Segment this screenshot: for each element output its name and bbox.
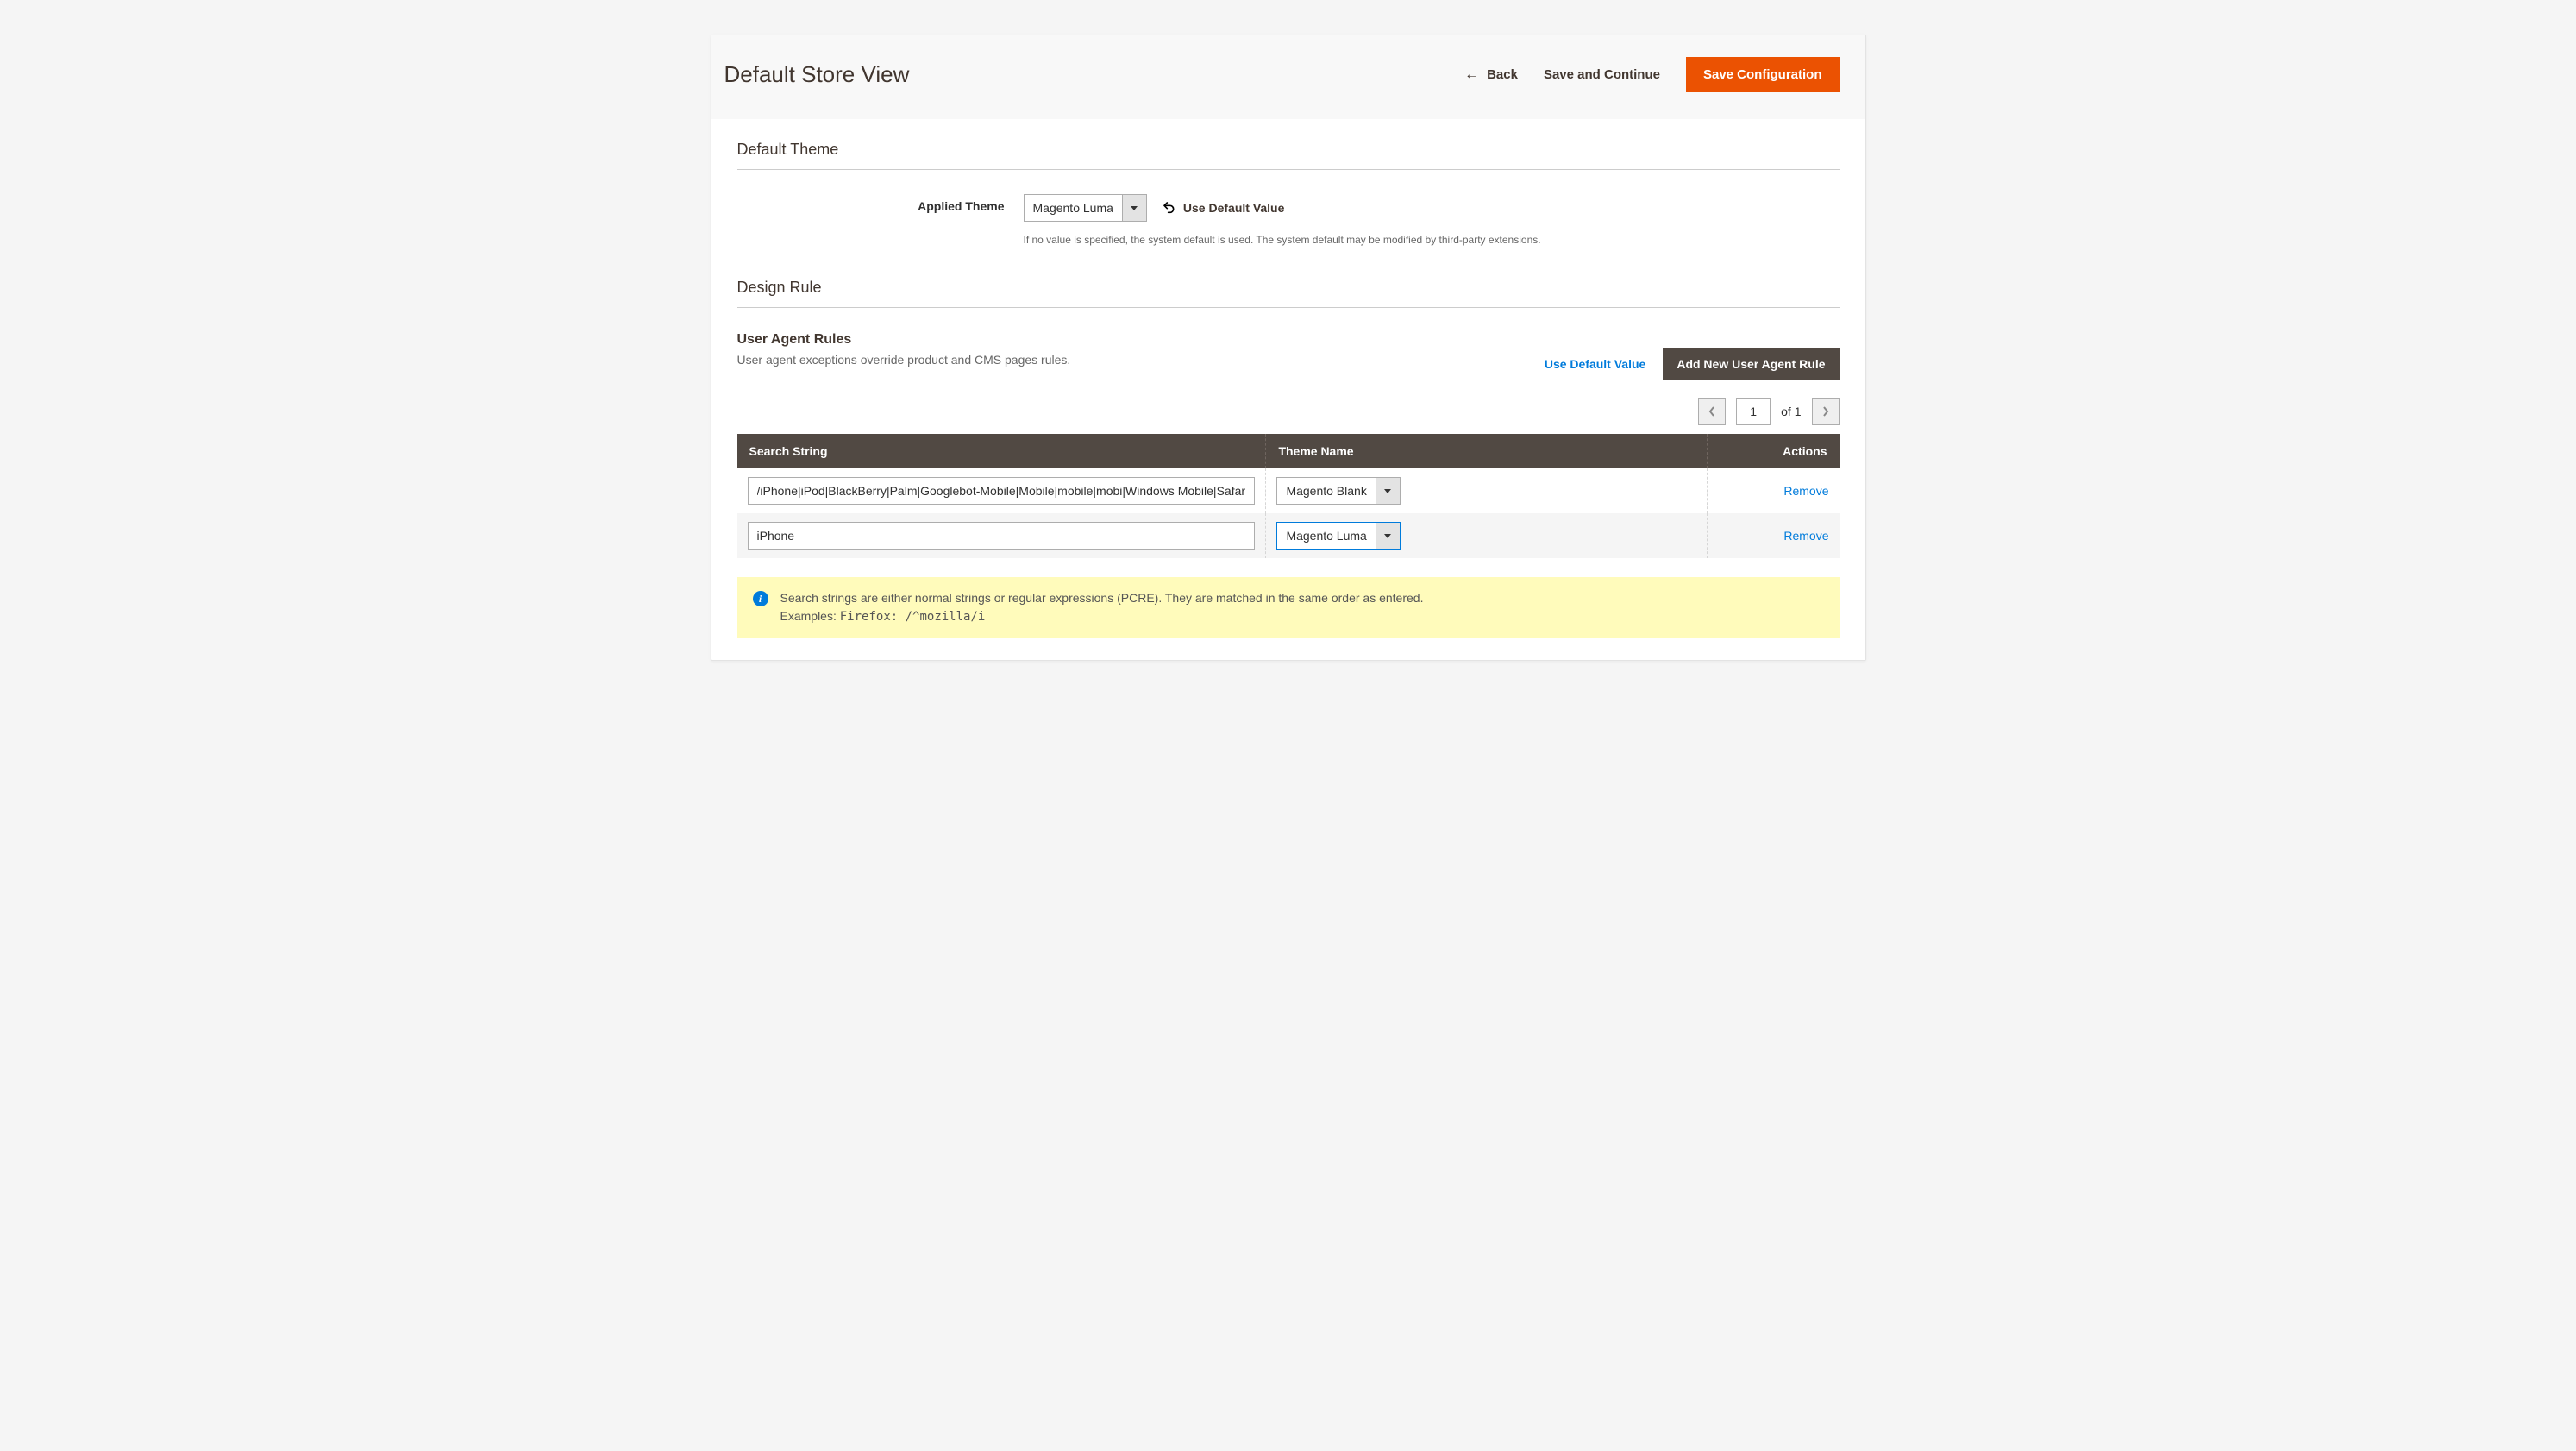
chevron-right-icon: [1822, 406, 1829, 417]
caret-down-icon: [1384, 534, 1391, 538]
pager-next-button[interactable]: [1812, 398, 1840, 425]
info-text: Search strings are either normal strings…: [780, 589, 1424, 626]
applied-theme-field-col: Magento Luma Use Default Value If no val…: [1024, 194, 1840, 246]
info-message: i Search strings are either normal strin…: [737, 577, 1840, 638]
pager-page-input[interactable]: [1736, 398, 1771, 425]
use-default-label: Use Default Value: [1183, 201, 1285, 215]
ua-use-default-link[interactable]: Use Default Value: [1545, 357, 1646, 371]
header-actions: ← Back Save and Continue Save Configurat…: [1464, 57, 1839, 92]
ua-rules-heading-block: User Agent Rules User agent exceptions o…: [737, 332, 1071, 367]
arrow-left-icon: ←: [1464, 67, 1478, 83]
ua-rules-header-row: User Agent Rules User agent exceptions o…: [737, 332, 1840, 380]
theme-dropdown-button[interactable]: [1376, 478, 1400, 504]
save-and-continue-button[interactable]: Save and Continue: [1544, 67, 1660, 82]
applied-theme-row: Applied Theme Magento Luma Use Default: [737, 194, 1840, 246]
applied-theme-select[interactable]: Magento Luma: [1024, 194, 1147, 222]
default-theme-section-title: Default Theme: [737, 141, 1840, 170]
design-rule-section-title: Design Rule: [737, 279, 1840, 308]
save-configuration-button[interactable]: Save Configuration: [1686, 57, 1840, 92]
th-theme-name: Theme Name: [1266, 434, 1707, 468]
back-label: Back: [1487, 67, 1518, 82]
theme-select[interactable]: Magento Luma: [1276, 522, 1400, 550]
design-rule-content: User Agent Rules User agent exceptions o…: [737, 332, 1840, 651]
info-line2-code: Firefox: /^mozilla/i: [840, 610, 986, 624]
undo-icon: [1163, 201, 1176, 215]
th-actions: Actions: [1707, 434, 1839, 468]
ua-rules-desc: User agent exceptions override product a…: [737, 353, 1071, 367]
ua-rules-table: Search String Theme Name Actions Magento…: [737, 434, 1840, 558]
info-line1: Search strings are either normal strings…: [780, 591, 1424, 605]
table-row: Magento Luma Remove: [737, 513, 1840, 558]
pager: of 1: [737, 398, 1840, 425]
caret-down-icon: [1131, 206, 1138, 210]
add-new-user-agent-rule-button[interactable]: Add New User Agent Rule: [1663, 348, 1839, 380]
th-search-string: Search String: [737, 434, 1266, 468]
page-container: Default Store View ← Back Save and Conti…: [711, 35, 1866, 661]
remove-row-link[interactable]: Remove: [1783, 529, 1828, 543]
search-string-input[interactable]: [748, 477, 1256, 505]
table-row: Magento Blank Remove: [737, 468, 1840, 513]
ua-rules-actions: Use Default Value Add New User Agent Rul…: [1545, 348, 1840, 380]
ua-rules-title: User Agent Rules: [737, 332, 1071, 348]
pager-of-text: of 1: [1781, 405, 1801, 418]
info-icon: i: [753, 591, 768, 606]
applied-theme-dropdown-button[interactable]: [1122, 195, 1146, 221]
applied-theme-value: Magento Luma: [1025, 195, 1122, 221]
content: Default Theme Applied Theme Magento Luma: [711, 119, 1865, 660]
theme-select-value: Magento Luma: [1277, 523, 1375, 549]
page-header: Default Store View ← Back Save and Conti…: [711, 35, 1865, 119]
ua-rules-tbody: Magento Blank Remove: [737, 468, 1840, 558]
page-title: Default Store View: [724, 61, 910, 88]
remove-row-link[interactable]: Remove: [1783, 484, 1828, 498]
applied-theme-help: If no value is specified, the system def…: [1024, 234, 1840, 246]
use-default-value-link[interactable]: Use Default Value: [1163, 201, 1285, 215]
applied-theme-label-col: Applied Theme: [737, 194, 1005, 213]
applied-theme-label: Applied Theme: [918, 199, 1004, 213]
search-string-input[interactable]: [748, 522, 1256, 550]
info-line2-prefix: Examples:: [780, 609, 840, 623]
theme-dropdown-button[interactable]: [1376, 523, 1400, 549]
chevron-left-icon: [1708, 406, 1715, 417]
theme-select[interactable]: Magento Blank: [1276, 477, 1400, 505]
pager-prev-button[interactable]: [1698, 398, 1726, 425]
back-button[interactable]: ← Back: [1464, 67, 1518, 83]
caret-down-icon: [1384, 489, 1391, 493]
theme-select-value: Magento Blank: [1277, 478, 1375, 504]
